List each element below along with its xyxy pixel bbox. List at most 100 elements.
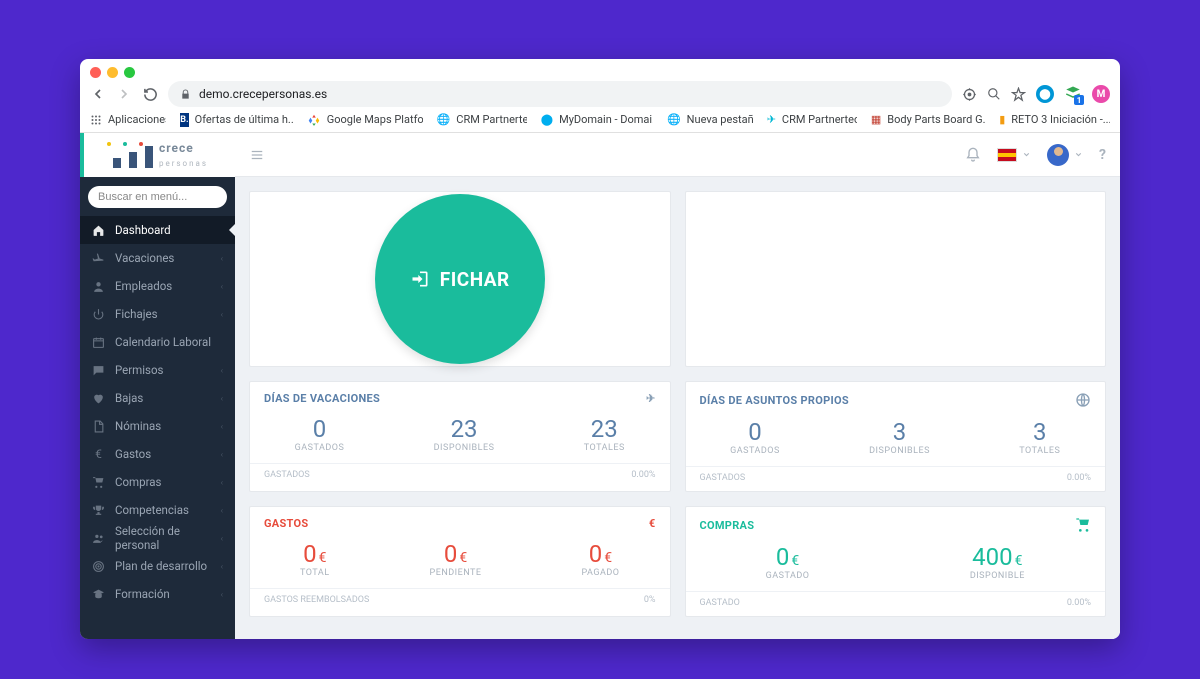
sidebar-item-gastos[interactable]: €Gastos‹ — [80, 440, 235, 468]
sidebar-item-label: Fichajes — [115, 307, 158, 321]
foot-right: 0% — [644, 595, 656, 605]
sidebar-item-formación[interactable]: Formación‹ — [80, 580, 235, 608]
sidebar-item-bajas[interactable]: Bajas‹ — [80, 384, 235, 412]
menu-toggle-button[interactable] — [249, 148, 265, 162]
bookmark-3[interactable]: 🌐CRM Partnertec — [437, 113, 527, 127]
sidebar-item-plan-de-desarrollo[interactable]: Plan de desarrollo‹ — [80, 552, 235, 580]
plane-icon — [92, 252, 105, 265]
sidebar-item-label: Formación — [115, 587, 170, 601]
logo-icon — [107, 142, 153, 168]
sidebar-item-label: Empleados — [115, 279, 172, 293]
profile-avatar[interactable]: M — [1092, 85, 1110, 103]
sidebar-item-selección-de-personal[interactable]: Selección de personal‹ — [80, 524, 235, 552]
card-asuntos: DÍAS DE ASUNTOS PROPIOS 0GASTADOS 3DISPO… — [685, 381, 1107, 492]
sidebar: crece personas DashboardVacaciones‹Emple… — [80, 133, 235, 639]
stat-label: PAGADO — [581, 568, 619, 578]
heart-icon — [92, 392, 105, 405]
stat-label: PENDIENTE — [430, 568, 482, 578]
chevron-left-icon: ‹ — [221, 282, 223, 291]
chevron-left-icon: ‹ — [221, 478, 223, 487]
sidebar-item-fichajes[interactable]: Fichajes‹ — [80, 300, 235, 328]
apps-icon — [90, 113, 102, 127]
back-button[interactable] — [90, 86, 106, 102]
sidebar-item-compras[interactable]: Compras‹ — [80, 468, 235, 496]
content: FICHAR DÍAS DE VACACIONES ✈ 0GASTADOS 23 — [235, 177, 1120, 639]
card-title: DÍAS DE VACACIONES — [264, 392, 380, 405]
sidebar-item-calendario-laboral[interactable]: Calendario Laboral — [80, 328, 235, 356]
sidebar-item-vacaciones[interactable]: Vacaciones‹ — [80, 244, 235, 272]
user-avatar-icon — [1047, 144, 1069, 166]
zoom-icon[interactable] — [987, 87, 1001, 101]
fichar-label: FICHAR — [440, 268, 510, 291]
sidebar-item-dashboard[interactable]: Dashboard — [80, 216, 235, 244]
window-max-icon[interactable] — [124, 67, 135, 78]
bookmark-label: CRM Partnertec — [456, 113, 527, 126]
bookmark-label: CRM Partnertec — [782, 113, 857, 126]
stat-value: 0 — [776, 543, 790, 571]
browser-window: demo.crecepersonas.es ⬤ 1 M Aplicaciones… — [80, 59, 1120, 639]
reload-button[interactable] — [142, 86, 158, 102]
address-bar[interactable]: demo.crecepersonas.es — [168, 81, 952, 107]
plane-icon: ✈ — [646, 392, 656, 405]
fichar-button[interactable]: FICHAR — [375, 194, 545, 364]
bookmark-5[interactable]: 🌐Nueva pestaña — [667, 113, 753, 127]
sidebar-item-nóminas[interactable]: Nóminas‹ — [80, 412, 235, 440]
sidebar-item-label: Plan de desarrollo — [115, 559, 207, 573]
language-selector[interactable] — [997, 148, 1031, 162]
lock-icon — [180, 89, 191, 100]
bookmark-8[interactable]: ▮RETO 3 Iniciación -... — [999, 113, 1110, 127]
bookmark-icon: B. — [180, 113, 188, 127]
bookmark-4[interactable]: ⬤ MyDomain - Domai... — [541, 113, 653, 127]
toolbar-right: ⬤ 1 M — [962, 85, 1110, 103]
target-icon — [92, 560, 105, 573]
user-icon — [92, 280, 105, 293]
sidebar-item-empleados[interactable]: Empleados ‹ — [80, 272, 235, 300]
location-icon[interactable] — [962, 87, 977, 102]
foot-left: GASTOS REEMBOLSADOS — [264, 595, 369, 605]
window-min-icon[interactable] — [107, 67, 118, 78]
card-title: DÍAS DE ASUNTOS PROPIOS — [700, 394, 850, 407]
card-title: COMPRAS — [700, 519, 755, 532]
site-icon: ✈ — [767, 113, 776, 127]
logo[interactable]: crece personas — [80, 133, 235, 177]
stat-value: 3 — [869, 418, 930, 446]
bookmark-label: MyDomain - Domai... — [559, 113, 653, 126]
stat-label: GASTADO — [766, 571, 810, 581]
site-icon: ⬤ — [541, 113, 553, 127]
extension-2-icon[interactable]: 1 — [1064, 85, 1082, 103]
foot-left: GASTADOS — [700, 473, 746, 483]
sidebar-item-label: Nóminas — [115, 419, 161, 433]
bookmark-label: Google Maps Platfo... — [327, 113, 423, 126]
notifications-button[interactable] — [965, 147, 981, 163]
window-close-icon[interactable] — [90, 67, 101, 78]
foot-right: 0.00% — [1067, 473, 1091, 483]
bookmark-label: Aplicaciones — [108, 113, 166, 126]
sidebar-item-permisos[interactable]: Permisos‹ — [80, 356, 235, 384]
trophy-icon — [92, 504, 105, 517]
sidebar-item-label: Selección de personal — [115, 524, 211, 552]
stat-label: GASTADOS — [730, 446, 780, 456]
user-menu[interactable] — [1047, 144, 1083, 166]
bookmark-7[interactable]: ▦Body Parts Board G... — [871, 113, 985, 127]
stat-label: TOTALES — [1019, 446, 1060, 456]
logo-text: crece personas — [159, 141, 208, 169]
bookmark-apps[interactable]: Aplicaciones — [90, 113, 166, 127]
sidebar-item-label: Permisos — [115, 363, 164, 377]
window-titlebar — [80, 59, 1120, 77]
search-input[interactable] — [88, 186, 227, 208]
help-button[interactable]: ? — [1099, 147, 1106, 163]
extension-hp-icon[interactable]: ⬤ — [1036, 85, 1054, 103]
star-icon[interactable] — [1011, 87, 1026, 102]
forward-button[interactable] — [116, 86, 132, 102]
bookmark-2[interactable]: Google Maps Platfo... — [307, 113, 423, 127]
cart-icon — [1075, 517, 1091, 533]
sidebar-search — [88, 185, 227, 208]
sidebar-item-competencias[interactable]: Competencias‹ — [80, 496, 235, 524]
sidebar-menu: DashboardVacaciones‹Empleados‹Fichajes‹C… — [80, 216, 235, 608]
foot-right: 0.00% — [1067, 598, 1091, 608]
users-icon — [92, 532, 105, 545]
bookmark-1[interactable]: B.Ofertas de última h... — [180, 113, 292, 127]
url-text: demo.crecepersonas.es — [199, 87, 327, 101]
site-icon: ▮ — [999, 113, 1005, 127]
bookmark-6[interactable]: ✈ CRM Partnertec — [767, 113, 857, 127]
